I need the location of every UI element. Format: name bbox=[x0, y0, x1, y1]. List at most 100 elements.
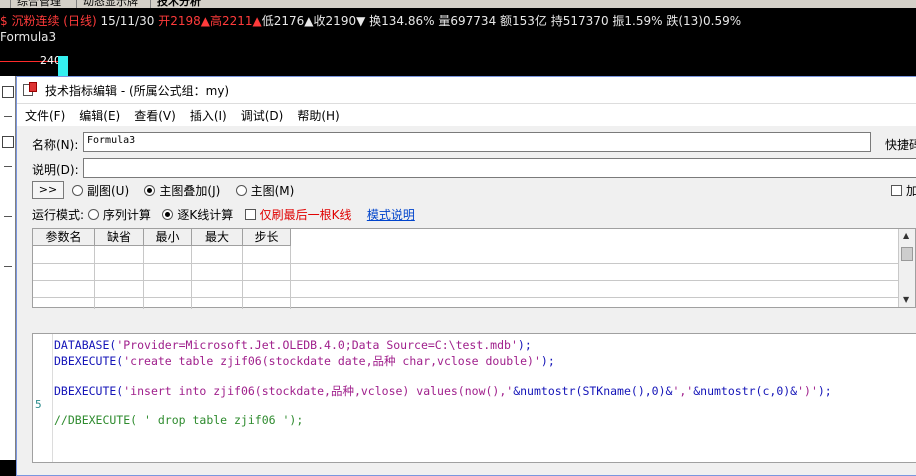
app-icon bbox=[23, 82, 39, 98]
grid-line bbox=[191, 246, 192, 309]
code-token: &numtostr(STKname(),0)& bbox=[513, 384, 673, 398]
code-token: //DBEXECUTE( ' drop table zjif06 '); bbox=[54, 413, 304, 427]
indicator-editor-dialog: 技术指标编辑 - (所属公式组：my) 文件(F) 编辑(E) 查看(V) 插入… bbox=[16, 76, 916, 476]
param-scrollbar[interactable]: ▲ ▼ bbox=[898, 229, 915, 307]
radio-main-overlay[interactable]: 主图叠加(J) bbox=[144, 184, 220, 198]
name-label: 名称(N): bbox=[32, 138, 79, 152]
radio-main-chart[interactable]: 主图(M) bbox=[235, 184, 295, 198]
param-table: 参数名 缺省 最小 最大 步长 ▲ ▼ bbox=[32, 228, 916, 309]
menu-debug[interactable]: 调试(D) bbox=[241, 107, 284, 124]
col-step[interactable]: 步长 bbox=[243, 229, 291, 246]
radio-kline-calc[interactable]: 逐K线计算 bbox=[162, 208, 233, 222]
code-line: //DBEXECUTE( ' drop table zjif06 '); bbox=[54, 413, 303, 427]
right-checkbox[interactable]: 加 bbox=[891, 182, 916, 199]
code-token: ',' bbox=[672, 384, 694, 398]
expand-button[interactable]: >> bbox=[32, 181, 64, 199]
toolbar-icon[interactable] bbox=[2, 136, 14, 148]
code-token: DBEXECUTE( bbox=[54, 384, 124, 398]
code-token: 'insert into zjif06(stockdate,品种,vclose)… bbox=[123, 384, 514, 398]
code-token: ); bbox=[540, 354, 555, 368]
menu-edit[interactable]: 编辑(E) bbox=[79, 107, 120, 124]
scroll-down-icon[interactable]: ▼ bbox=[903, 295, 909, 304]
grid-line bbox=[290, 246, 291, 309]
quote-open: 开2198▲ bbox=[158, 14, 210, 28]
code-line: DBEXECUTE('insert into zjif06(stockdate,… bbox=[54, 383, 832, 399]
menu-insert[interactable]: 插入(I) bbox=[190, 107, 227, 124]
stock-name: $ 沉粉连续 (日线) bbox=[0, 14, 97, 28]
code-token: DBEXECUTE( bbox=[54, 354, 124, 368]
code-editor[interactable]: 5 DATABASE('Provider=Microsoft.Jet.OLEDB… bbox=[32, 333, 916, 463]
menu-file[interactable]: 文件(F) bbox=[25, 107, 65, 124]
code-token: ); bbox=[517, 338, 532, 352]
radio-kline-label: 逐K线计算 bbox=[177, 208, 234, 222]
quote-hold: 持517370 bbox=[550, 14, 609, 28]
checkbox-box bbox=[891, 185, 902, 196]
only-last-checkbox[interactable]: 仅刷最后一根K线 bbox=[244, 208, 352, 222]
formula-label: Formula3 bbox=[0, 30, 57, 44]
menu-bar: 文件(F) 编辑(E) 查看(V) 插入(I) 调试(D) 帮助(H) bbox=[17, 104, 916, 126]
quote-turnover: 换134.86% bbox=[369, 14, 435, 28]
radio-sub-label: 副图(U) bbox=[87, 184, 130, 198]
candle-bar bbox=[58, 56, 68, 76]
radio-circle bbox=[144, 185, 156, 196]
grid-line bbox=[143, 246, 144, 309]
quote-line: $ 沉粉连续 (日线) 15/11/30 开2198▲高2211▲低2176▲收… bbox=[0, 13, 916, 30]
grid-line bbox=[242, 246, 243, 309]
radio-main-label: 主图(M) bbox=[250, 184, 295, 198]
only-last-label: 仅刷最后一根K线 bbox=[259, 208, 352, 222]
line-number: 5 bbox=[35, 398, 42, 411]
tab-general[interactable]: 综合管理 bbox=[10, 0, 67, 8]
scroll-thumb[interactable] bbox=[901, 247, 913, 261]
quote-volume: 量697734 bbox=[438, 14, 497, 28]
col-default[interactable]: 缺省 bbox=[95, 229, 144, 246]
code-token: &numtostr(c,0)& bbox=[693, 384, 798, 398]
radio-seq-label: 序列计算 bbox=[102, 208, 151, 222]
mode-help-link[interactable]: 模式说明 bbox=[367, 208, 415, 222]
quote-amplitude: 振1.59% bbox=[612, 14, 663, 28]
code-token: ); bbox=[817, 384, 832, 398]
radio-circle bbox=[72, 185, 83, 196]
line-number-gutter: 5 bbox=[33, 334, 53, 462]
code-line: DBEXECUTE('create table zjif06(stockdate… bbox=[54, 353, 555, 369]
radio-seq-calc[interactable]: 序列计算 bbox=[87, 208, 151, 222]
col-param-name[interactable]: 参数名 bbox=[33, 229, 95, 246]
checkbox-box bbox=[244, 209, 256, 220]
scroll-up-icon[interactable]: ▲ bbox=[903, 231, 909, 240]
dialog-titlebar[interactable]: 技术指标编辑 - (所属公式组：my) bbox=[17, 77, 916, 104]
tab-dynamic-board[interactable]: 动态显示牌 bbox=[76, 0, 144, 8]
right-checkbox-label: 加 bbox=[906, 184, 916, 198]
param-table-header: 参数名 缺省 最小 最大 步长 bbox=[33, 229, 291, 246]
toolbar-separator bbox=[4, 216, 12, 217]
menu-view[interactable]: 查看(V) bbox=[134, 107, 176, 124]
quote-low: 低2176▲ bbox=[261, 14, 314, 28]
col-max[interactable]: 最大 bbox=[192, 229, 243, 246]
quote-change: 跌(13)0.59% bbox=[666, 14, 742, 28]
desc-label: 说明(D): bbox=[32, 163, 79, 177]
name-field[interactable]: Formula3 bbox=[83, 132, 871, 152]
code-token: 'create table zjif06(stockdate date,品种 c… bbox=[123, 354, 541, 368]
code-token: ')' bbox=[797, 384, 818, 398]
toolbar-separator bbox=[4, 166, 12, 167]
run-mode-group: 运行模式: 序列计算 逐K线计算 仅刷最后一根K线 模式说明 bbox=[32, 206, 415, 223]
dialog-title: 技术指标编辑 - (所属公式组：my) bbox=[45, 83, 230, 98]
radio-circle bbox=[162, 209, 174, 220]
radio-circle bbox=[87, 209, 99, 220]
toolbar-separator bbox=[4, 116, 12, 117]
grid-line bbox=[33, 280, 899, 281]
menu-help[interactable]: 帮助(H) bbox=[297, 107, 339, 124]
chart-mode-group: 副图(U) 主图叠加(J) 主图(M) bbox=[72, 182, 294, 199]
col-min[interactable]: 最小 bbox=[144, 229, 192, 246]
quote-date: 15/11/30 bbox=[100, 14, 155, 28]
grid-line bbox=[33, 297, 899, 298]
toolbar-icon[interactable] bbox=[2, 86, 14, 98]
radio-circle bbox=[235, 185, 247, 196]
code-token: DATABASE( bbox=[54, 338, 117, 352]
top-tab-bar: 综合管理 动态显示牌 技术分析 bbox=[0, 0, 916, 8]
desc-field[interactable] bbox=[83, 158, 916, 178]
left-toolbar bbox=[0, 76, 16, 460]
tab-tech-analysis[interactable]: 技术分析 bbox=[150, 0, 207, 8]
grid-line bbox=[94, 246, 95, 309]
code-line: DATABASE('Provider=Microsoft.Jet.OLEDB.4… bbox=[54, 338, 532, 352]
radio-sub-chart[interactable]: 副图(U) bbox=[72, 184, 129, 198]
shortcut-label: 快捷码 bbox=[885, 138, 916, 152]
